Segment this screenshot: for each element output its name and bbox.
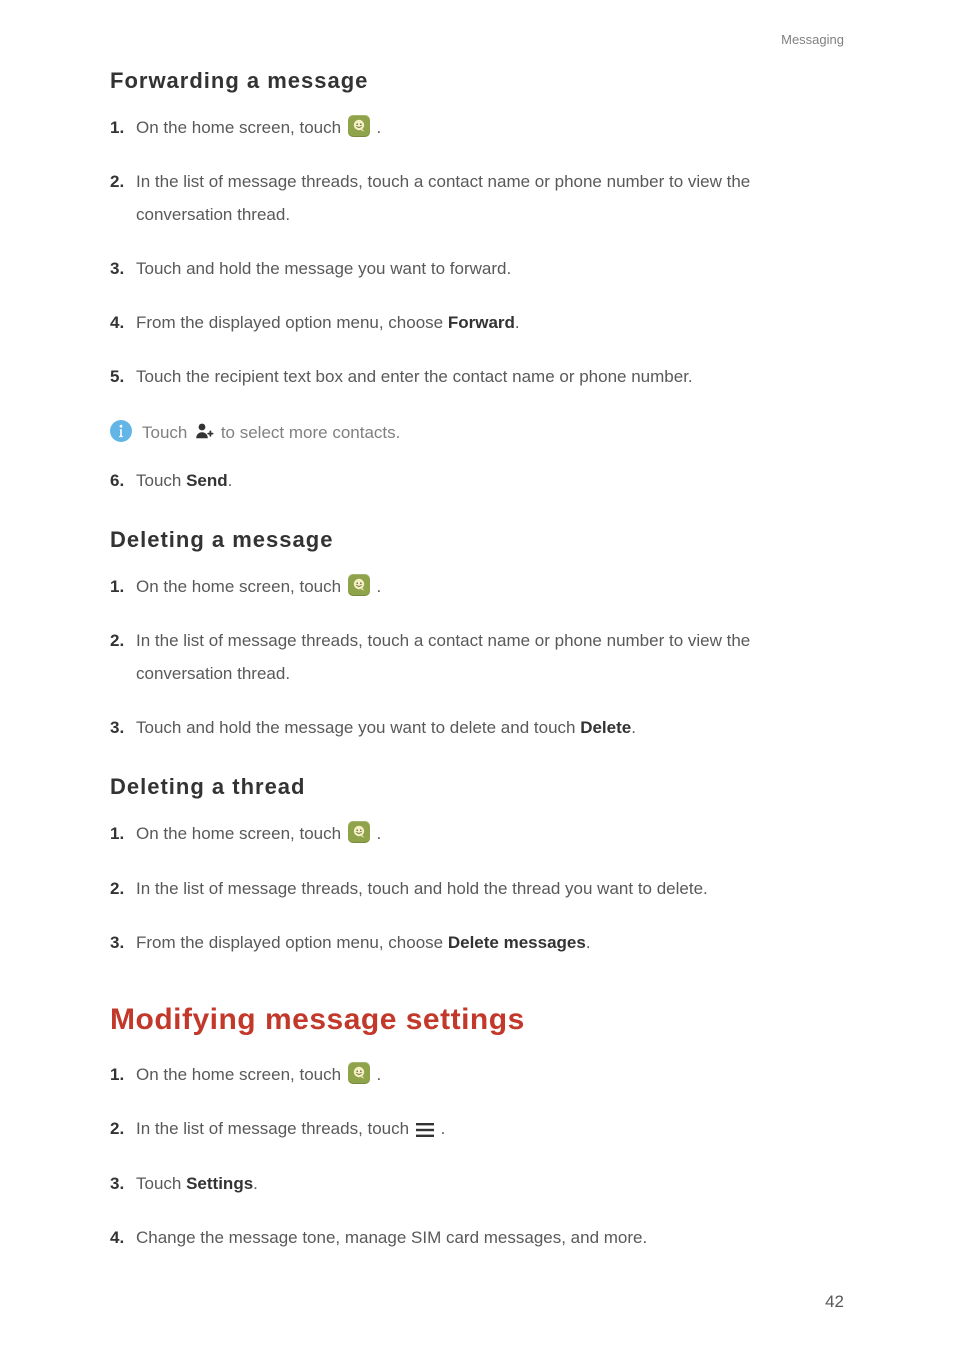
- step-text-tail: .: [441, 1119, 446, 1138]
- messaging-app-icon: [348, 574, 370, 596]
- step-text: In the list of message threads, touch a …: [136, 631, 750, 682]
- steps-forwarding: On the home screen, touch . In the list …: [110, 112, 844, 394]
- info-icon: [110, 420, 132, 442]
- messaging-app-icon: [348, 1062, 370, 1084]
- step-text-tail: .: [377, 824, 382, 843]
- step-text: On the home screen, touch: [136, 118, 346, 137]
- step: In the list of message threads, touch .: [110, 1113, 844, 1145]
- step-text: In the list of message threads, touch a …: [136, 172, 750, 223]
- step: Touch and hold the message you want to d…: [110, 712, 844, 744]
- step-text-tail: .: [377, 1065, 382, 1084]
- running-header: Messaging: [781, 32, 844, 47]
- step: On the home screen, touch .: [110, 818, 844, 850]
- step-text-tail: .: [377, 577, 382, 596]
- step-text: In the list of message threads, touch: [136, 1119, 414, 1138]
- emphasis-send: Send: [186, 471, 228, 490]
- step: From the displayed option menu, choose D…: [110, 927, 844, 959]
- info-note: Touch to select more contacts.: [110, 416, 844, 443]
- note-text: Touch: [142, 423, 192, 442]
- step-text: On the home screen, touch: [136, 824, 346, 843]
- info-note-text: Touch to select more contacts.: [142, 421, 400, 443]
- step: From the displayed option menu, choose F…: [110, 307, 844, 339]
- step: Touch Settings.: [110, 1168, 844, 1200]
- step: In the list of message threads, touch a …: [110, 166, 844, 231]
- step-text: From the displayed option menu, choose: [136, 313, 448, 332]
- heading-deleting-message: Deleting a message: [110, 527, 844, 553]
- step-text: On the home screen, touch: [136, 577, 346, 596]
- step-text-tail: .: [253, 1174, 258, 1193]
- step-text: On the home screen, touch: [136, 1065, 346, 1084]
- messaging-app-icon: [348, 821, 370, 843]
- step-text-tail: .: [228, 471, 233, 490]
- step-text-tail: .: [586, 933, 591, 952]
- menu-icon: [416, 1123, 434, 1137]
- step-text: Touch the recipient text box and enter t…: [136, 367, 693, 386]
- heading-modifying-settings: Modifying message settings: [110, 1003, 844, 1037]
- step-text: Change the message tone, manage SIM card…: [136, 1228, 647, 1247]
- emphasis-delete-messages: Delete messages: [448, 933, 586, 952]
- steps-forwarding-cont: Touch Send.: [110, 465, 844, 497]
- step: On the home screen, touch .: [110, 1059, 844, 1091]
- emphasis-settings: Settings: [186, 1174, 253, 1193]
- emphasis-delete: Delete: [580, 718, 631, 737]
- messaging-app-icon: [348, 115, 370, 137]
- step-text-tail: .: [377, 118, 382, 137]
- step: In the list of message threads, touch an…: [110, 873, 844, 905]
- heading-forwarding-message: Forwarding a message: [110, 68, 844, 94]
- step-text: Touch and hold the message you want to d…: [136, 718, 580, 737]
- steps-deleting-msg: On the home screen, touch . In the list …: [110, 571, 844, 744]
- step-text: Touch: [136, 471, 186, 490]
- steps-deleting-thread: On the home screen, touch . In the list …: [110, 818, 844, 959]
- step: Touch Send.: [110, 465, 844, 497]
- note-text-tail: to select more contacts.: [221, 423, 401, 442]
- step: Change the message tone, manage SIM card…: [110, 1222, 844, 1254]
- step-text: Touch and hold the message you want to f…: [136, 259, 511, 278]
- step-text: From the displayed option menu, choose: [136, 933, 448, 952]
- step: On the home screen, touch .: [110, 112, 844, 144]
- step-text-tail: .: [631, 718, 636, 737]
- step-text: In the list of message threads, touch an…: [136, 879, 708, 898]
- emphasis-forward: Forward: [448, 313, 515, 332]
- step: Touch and hold the message you want to f…: [110, 253, 844, 285]
- step-text: Touch: [136, 1174, 186, 1193]
- add-contact-icon: [194, 421, 214, 441]
- step-text-tail: .: [515, 313, 520, 332]
- heading-deleting-thread: Deleting a thread: [110, 774, 844, 800]
- step: On the home screen, touch .: [110, 571, 844, 603]
- step: Touch the recipient text box and enter t…: [110, 361, 844, 393]
- steps-modifying: On the home screen, touch . In the list …: [110, 1059, 844, 1254]
- step: In the list of message threads, touch a …: [110, 625, 844, 690]
- page-number: 42: [825, 1292, 844, 1312]
